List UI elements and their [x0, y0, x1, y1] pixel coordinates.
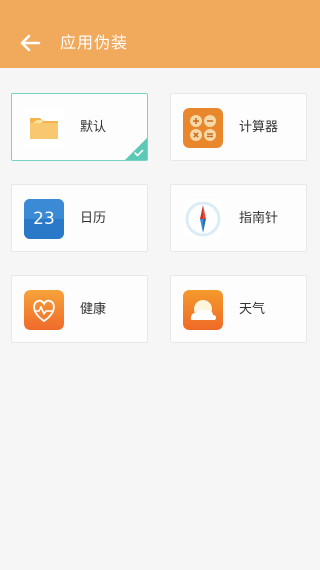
calendar-icon: 23	[24, 199, 64, 239]
calculator-icon	[183, 108, 223, 148]
disguise-option-default[interactable]: 默认	[11, 93, 148, 161]
option-label: 默认	[80, 120, 107, 135]
disguise-option-compass[interactable]: 指南针	[170, 184, 307, 252]
calendar-day-number: 23	[33, 209, 55, 229]
folder-icon	[24, 108, 64, 148]
option-label: 计算器	[239, 120, 279, 135]
app-header: 应用伪装	[0, 0, 320, 68]
option-label: 健康	[80, 302, 107, 317]
selected-check-icon	[125, 138, 147, 160]
disguise-option-health[interactable]: 健康	[11, 275, 148, 343]
back-arrow-icon[interactable]	[18, 31, 42, 55]
weather-sun-cloud-icon	[183, 290, 223, 330]
disguise-option-calendar[interactable]: 23 日历	[11, 184, 148, 252]
option-label: 指南针	[239, 211, 279, 226]
page-title: 应用伪装	[60, 33, 129, 52]
option-label: 日历	[80, 211, 107, 226]
health-heart-icon	[24, 290, 64, 330]
option-label: 天气	[239, 302, 266, 317]
disguise-option-calculator[interactable]: 计算器	[170, 93, 307, 161]
compass-icon	[183, 199, 223, 239]
disguise-option-weather[interactable]: 天气	[170, 275, 307, 343]
